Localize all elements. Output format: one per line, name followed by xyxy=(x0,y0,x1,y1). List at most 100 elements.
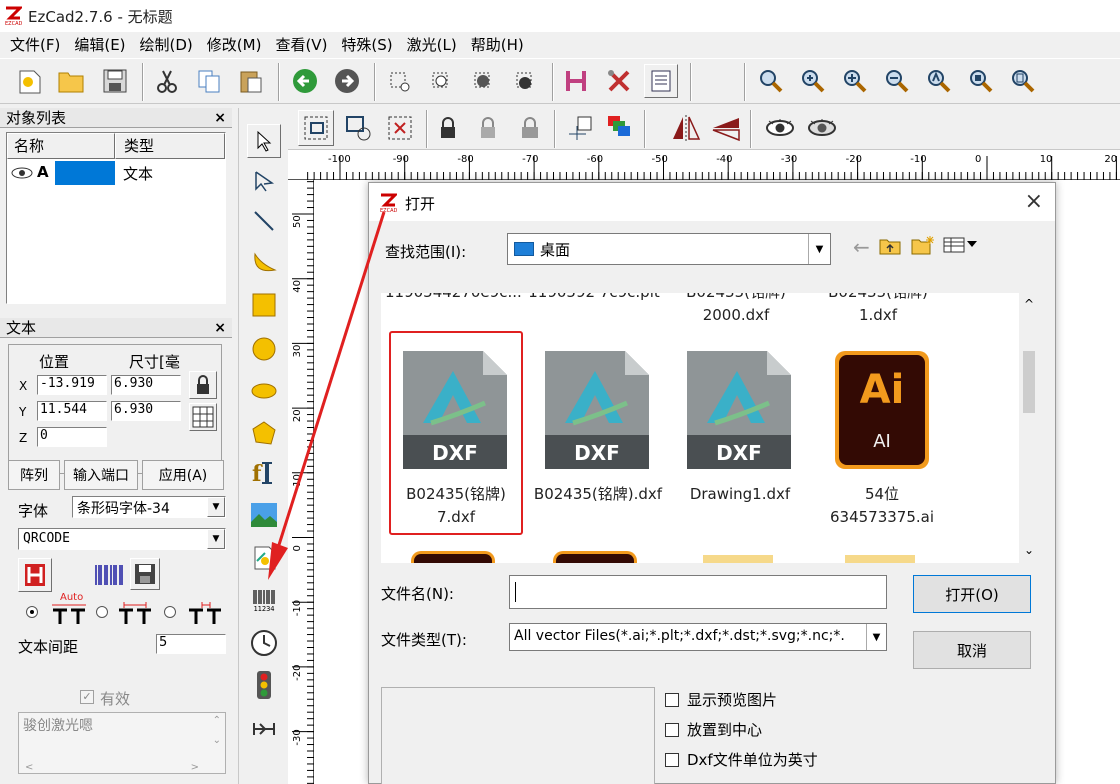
tools-icon[interactable] xyxy=(602,64,636,98)
show-eye-icon[interactable] xyxy=(762,110,798,146)
ellipse-icon[interactable] xyxy=(247,374,281,408)
radio-auto[interactable] xyxy=(26,606,38,618)
hatch-icon[interactable] xyxy=(560,64,594,98)
barcode-tool-icon[interactable]: 11234 xyxy=(247,584,281,618)
view-menu-icon[interactable] xyxy=(943,237,979,257)
zoom-page-icon[interactable] xyxy=(1006,64,1040,98)
import-vector-icon[interactable] xyxy=(247,540,281,574)
lock-icon[interactable] xyxy=(430,110,466,146)
scroll-left-icon[interactable]: < xyxy=(25,762,33,773)
menu-file[interactable]: 文件(F) xyxy=(10,36,60,54)
zoom-select-icon[interactable] xyxy=(964,64,998,98)
origin-icon[interactable] xyxy=(562,110,598,146)
up-folder-icon[interactable] xyxy=(879,237,901,259)
cancel-button[interactable]: 取消 xyxy=(913,631,1031,669)
file-item[interactable]: Ai AI 54位 634573375.ai xyxy=(815,331,949,535)
node-icon-1[interactable] xyxy=(382,64,416,98)
back-arrow-icon[interactable]: ← xyxy=(853,235,870,259)
scroll-up-icon[interactable]: ^ xyxy=(1024,297,1034,311)
node-icon-4[interactable] xyxy=(508,64,542,98)
file-partial-1[interactable]: 1190544270e9c... xyxy=(385,293,522,304)
open-button[interactable]: 打开(O) xyxy=(913,575,1031,613)
barcode-settings-icon[interactable] xyxy=(18,558,52,592)
eye-icon[interactable] xyxy=(11,167,33,183)
menu-help[interactable]: 帮助(H) xyxy=(471,36,524,54)
font-select[interactable]: 条形码字体-34 ▼ xyxy=(72,496,226,518)
apply-button[interactable]: 应用(A) xyxy=(142,460,224,490)
grid-icon[interactable] xyxy=(189,403,217,431)
menu-view[interactable]: 查看(V) xyxy=(275,36,327,54)
unlock-icon[interactable] xyxy=(470,110,506,146)
close-icon[interactable]: × xyxy=(214,108,226,128)
dxf-inch-checkbox[interactable] xyxy=(665,753,679,767)
polygon-icon[interactable] xyxy=(247,416,281,450)
mirror-horizontal-icon[interactable] xyxy=(668,110,704,146)
menu-modify[interactable]: 修改(M) xyxy=(207,36,262,54)
menu-draw[interactable]: 绘制(D) xyxy=(140,36,193,54)
chevron-down-icon[interactable]: ▼ xyxy=(207,529,225,549)
close-icon[interactable]: × xyxy=(1025,189,1043,214)
zoom-plus-icon[interactable] xyxy=(838,64,872,98)
y-position-field[interactable]: 11.544 xyxy=(37,401,107,421)
group-rotate-icon[interactable] xyxy=(340,110,376,146)
hide-eye-icon[interactable] xyxy=(804,110,840,146)
scroll-down-icon[interactable]: ⌄ xyxy=(1024,543,1034,557)
scroll-down-icon[interactable]: ⌄ xyxy=(213,735,221,746)
x-position-field[interactable]: -13.919 xyxy=(37,375,107,395)
scroll-up-icon[interactable]: ⌃ xyxy=(213,715,221,726)
close-icon[interactable]: × xyxy=(214,318,226,338)
new-icon[interactable] xyxy=(12,64,46,98)
x-size-field[interactable]: 6.930 xyxy=(111,375,181,395)
text-spacing-field[interactable]: 5 xyxy=(156,634,226,654)
zoom-in-icon[interactable] xyxy=(796,64,830,98)
cut-icon[interactable] xyxy=(150,64,184,98)
chevron-down-icon[interactable]: ▼ xyxy=(207,497,225,517)
extend-axis-icon[interactable] xyxy=(247,712,281,746)
curve-icon[interactable] xyxy=(247,246,281,280)
center-checkbox[interactable] xyxy=(665,723,679,737)
file-item[interactable]: DXF Drawing1.dxf xyxy=(673,331,807,535)
barcode-type-select[interactable]: QRCODE ▼ xyxy=(18,528,226,550)
radio-spacing[interactable] xyxy=(164,606,176,618)
node-icon-2[interactable] xyxy=(424,64,458,98)
radio-center[interactable] xyxy=(96,606,108,618)
node-icon-3[interactable] xyxy=(466,64,500,98)
layer-icon[interactable] xyxy=(602,110,638,146)
y-size-field[interactable]: 6.930 xyxy=(111,401,181,421)
rectangle-icon[interactable] xyxy=(247,288,281,322)
menu-laser[interactable]: 激光(L) xyxy=(407,36,457,54)
chevron-down-icon[interactable]: ▼ xyxy=(808,234,830,264)
scroll-thumb[interactable] xyxy=(1023,351,1035,413)
z-position-field[interactable]: 0 xyxy=(37,427,107,447)
line-icon[interactable] xyxy=(247,204,281,238)
column-type-header[interactable]: 类型 xyxy=(115,133,225,159)
image-icon[interactable] xyxy=(247,498,281,532)
lock-all-icon[interactable] xyxy=(512,110,548,146)
file-item[interactable]: DXF B02435(铭牌) 7.dxf xyxy=(389,331,523,535)
text-tool-icon[interactable]: f xyxy=(247,456,281,490)
filename-input[interactable] xyxy=(509,575,887,609)
copy-icon[interactable] xyxy=(192,64,226,98)
input-port-button[interactable]: 输入端口 xyxy=(64,460,138,490)
file-list[interactable]: 1190544270e9c... 1190592 7c9c.plt B02435… xyxy=(381,293,1039,563)
zoom-icon[interactable] xyxy=(754,64,788,98)
filetype-select[interactable]: All vector Files(*.ai;*.plt;*.dxf;*.dst;… xyxy=(509,623,887,651)
node-edit-icon[interactable] xyxy=(247,164,281,198)
file-item[interactable]: DXF B02435(铭牌).dxf xyxy=(531,331,665,535)
back-arrow-icon[interactable] xyxy=(288,64,322,98)
column-name-header[interactable]: 名称 xyxy=(7,133,115,159)
open-folder-icon[interactable] xyxy=(54,64,88,98)
circle-icon[interactable] xyxy=(247,332,281,366)
param-list-icon[interactable] xyxy=(644,64,678,98)
mirror-vertical-icon[interactable] xyxy=(708,110,744,146)
array-button[interactable]: 阵列 xyxy=(8,460,60,490)
text-content-area[interactable]: 骏创激光嗯 ⌃ ⌄ < > xyxy=(18,712,226,774)
save-icon[interactable] xyxy=(98,64,132,98)
group-select-icon[interactable] xyxy=(298,110,334,146)
clock-icon[interactable] xyxy=(247,626,281,660)
chevron-down-icon[interactable]: ▼ xyxy=(866,624,886,650)
table-row[interactable]: A 文本 xyxy=(7,161,225,185)
look-in-select[interactable]: 桌面 ▼ xyxy=(507,233,831,265)
new-folder-icon[interactable] xyxy=(911,235,935,259)
zoom-out-icon[interactable] xyxy=(880,64,914,98)
